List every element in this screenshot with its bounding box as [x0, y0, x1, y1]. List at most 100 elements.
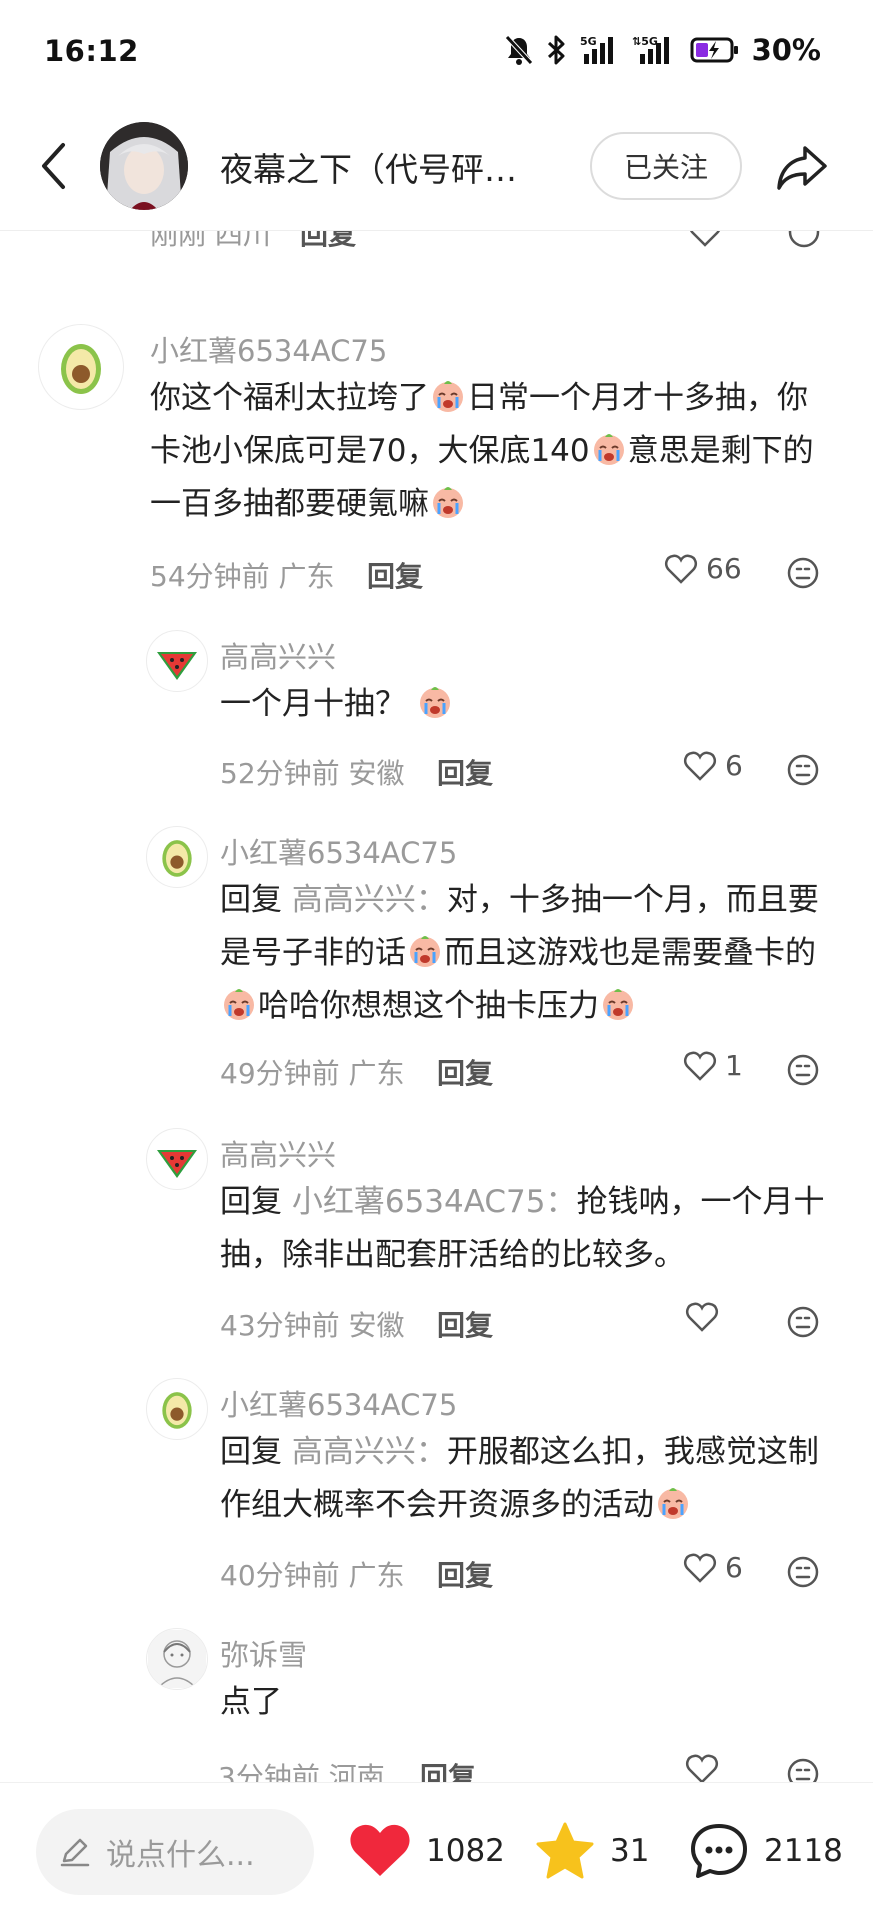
emoji-react-icon[interactable] — [786, 1053, 820, 1087]
reply-button[interactable]: 回复 — [437, 1554, 493, 1594]
author-avatar[interactable] — [100, 122, 188, 210]
share-button[interactable] — [772, 138, 832, 198]
heart-filled-icon — [350, 1824, 410, 1876]
watermelon-icon — [157, 1150, 197, 1178]
reply-prefix: 回复 — [220, 1434, 282, 1470]
crying-emoji-icon — [600, 986, 636, 1022]
comment-time: 54分钟前 — [150, 560, 270, 593]
reply-prefix: 回复 — [220, 882, 282, 918]
comment-location: 安徽 — [348, 757, 405, 790]
pencil-icon — [60, 1838, 90, 1867]
reply-target[interactable]: 高高兴兴： — [292, 1434, 447, 1470]
crying-emoji-icon — [655, 1485, 691, 1521]
avatar[interactable] — [146, 1628, 208, 1690]
reply-item: 弥诉雪 点了 3分钟前 河南 回复 — [0, 1624, 873, 1794]
like-button[interactable]: 1 — [683, 1049, 743, 1082]
comment-text: 点了 — [220, 1676, 820, 1729]
comment-meta: 52分钟前 安徽 — [220, 752, 405, 792]
post-like-count: 1082 — [426, 1833, 505, 1869]
crying-emoji-icon — [430, 484, 466, 520]
heart-outline-icon — [685, 1754, 719, 1784]
comment-text: 回复 高高兴兴：对，十多抽一个月，而且要是号子非的话 而且这游戏也是需要叠卡的哈哈… — [220, 874, 840, 1033]
avocado-icon — [162, 1392, 192, 1429]
comment-meta: 49分钟前 广东 — [220, 1052, 405, 1092]
comment-meta: 40分钟前 广东 — [220, 1554, 405, 1594]
like-count: 66 — [706, 552, 742, 585]
reply-target[interactable]: 高高兴兴： — [292, 882, 447, 918]
comment-text-part: 而且这游戏也是需要叠卡的 — [444, 935, 816, 971]
emoji-react-icon[interactable] — [786, 1555, 820, 1589]
status-time: 16:12 — [44, 34, 139, 68]
comment-author[interactable]: 小红薯6534AC75 — [220, 1382, 457, 1424]
signal-5g-icon: ⇅5G — [632, 34, 678, 66]
post-comment-count: 2118 — [764, 1833, 843, 1869]
emoji-react-icon[interactable] — [786, 1305, 820, 1339]
like-button[interactable] — [685, 1753, 719, 1785]
reply-button[interactable]: 回复 — [437, 752, 493, 792]
mute-bell-icon — [504, 34, 534, 66]
reply-target[interactable]: 小红薯6534AC75： — [292, 1184, 577, 1220]
heart-outline-icon — [683, 1051, 717, 1081]
comment-author[interactable]: 小红薯6534AC75 — [150, 328, 387, 370]
comment-text-part: 一个月十抽？ — [220, 686, 406, 722]
like-button[interactable]: 66 — [664, 552, 742, 585]
sketch-avatar-icon — [148, 1630, 206, 1688]
like-post-button[interactable]: 1082 — [348, 1813, 505, 1889]
page-title: 夜幕之下（代号砰… — [220, 150, 517, 189]
watermelon-icon — [157, 652, 197, 680]
comment-text: 回复 小红薯6534AC75：抢钱呐，一个月十抽，除非出配套肝活给的比较多。 — [220, 1176, 840, 1282]
favorite-post-button[interactable]: 31 — [534, 1813, 649, 1889]
comment-text: 一个月十抽？ — [220, 678, 820, 731]
like-button[interactable]: 6 — [683, 749, 743, 782]
emoji-react-icon[interactable] — [786, 753, 820, 787]
like-button[interactable] — [685, 1301, 719, 1333]
battery-charging-icon — [690, 35, 740, 65]
reply-item: 高高兴兴 回复 小红薯6534AC75：抢钱呐，一个月十抽，除非出配套肝活给的比… — [0, 1124, 873, 1344]
comment-text: 你这个福利太拉垮了 日常一个月才十多抽，你卡池小保底可是70，大保底140 意思是剩… — [150, 372, 830, 531]
avocado-icon — [61, 344, 101, 394]
comment-meta: 43分钟前 安徽 — [220, 1304, 405, 1344]
comment-input-placeholder: 说点什么... — [106, 1838, 255, 1873]
comment-author[interactable]: 高高兴兴 — [220, 634, 336, 676]
status-icons: 5G ⇅5G 30% — [504, 30, 821, 70]
comment-input[interactable]: 说点什么... — [36, 1809, 314, 1895]
reply-item: 小红薯6534AC75 回复 高高兴兴：开服都这么扣，我感觉这制作组大概率不会开… — [0, 1374, 873, 1594]
reply-button[interactable]: 回复 — [437, 1052, 493, 1092]
crying-emoji-icon — [430, 378, 466, 414]
avatar[interactable] — [146, 630, 208, 692]
reply-button[interactable]: 回复 — [367, 555, 423, 595]
reply-item: 小红薯6534AC75 回复 高高兴兴：对，十多抽一个月，而且要是号子非的话 而且… — [0, 822, 873, 1092]
comment-text-part: 点了 — [220, 1684, 282, 1720]
comment-author[interactable]: 小红薯6534AC75 — [220, 830, 457, 872]
avatar[interactable] — [146, 826, 208, 888]
svg-text:5G: 5G — [580, 35, 597, 48]
avatar[interactable] — [146, 1128, 208, 1190]
comment-text: 回复 高高兴兴：开服都这么扣，我感觉这制作组大概率不会开资源多的活动 — [220, 1426, 840, 1532]
follow-button[interactable]: 已关注 — [590, 132, 742, 200]
crying-emoji-icon — [591, 431, 627, 467]
comment-text-part: 哈哈你想想这个抽卡压力 — [258, 988, 599, 1024]
crying-emoji-icon — [221, 986, 257, 1022]
avatar[interactable] — [38, 324, 124, 410]
signal-5g-icon: 5G — [580, 34, 620, 66]
reply-button[interactable]: 回复 — [300, 231, 356, 253]
comment-location: 广东 — [348, 1057, 405, 1090]
like-count: 6 — [725, 1551, 743, 1584]
like-button[interactable]: 6 — [683, 1551, 743, 1584]
reply-button[interactable]: 回复 — [437, 1304, 493, 1344]
partial-comment-footer: 刚刚 四川 回复 — [0, 231, 873, 253]
back-button[interactable] — [28, 134, 78, 198]
comments-button[interactable]: 2118 — [688, 1813, 843, 1889]
status-bar: 16:12 5G ⇅5G 30% — [0, 0, 873, 100]
comment-location: 广东 — [348, 1559, 405, 1592]
avatar[interactable] — [146, 1378, 208, 1440]
bottom-action-bar: 说点什么... 1082 31 2118 — [0, 1782, 873, 1920]
comment-time: 43分钟前 — [220, 1309, 340, 1342]
emoji-react-icon[interactable] — [786, 556, 820, 590]
star-filled-icon — [536, 1822, 594, 1879]
emoji-react-icon[interactable] — [787, 231, 821, 249]
comment-author[interactable]: 高高兴兴 — [220, 1132, 336, 1174]
heart-outline-icon[interactable] — [688, 231, 722, 249]
battery-percent: 30% — [751, 33, 821, 67]
comment-author[interactable]: 弥诉雪 — [220, 1632, 307, 1674]
